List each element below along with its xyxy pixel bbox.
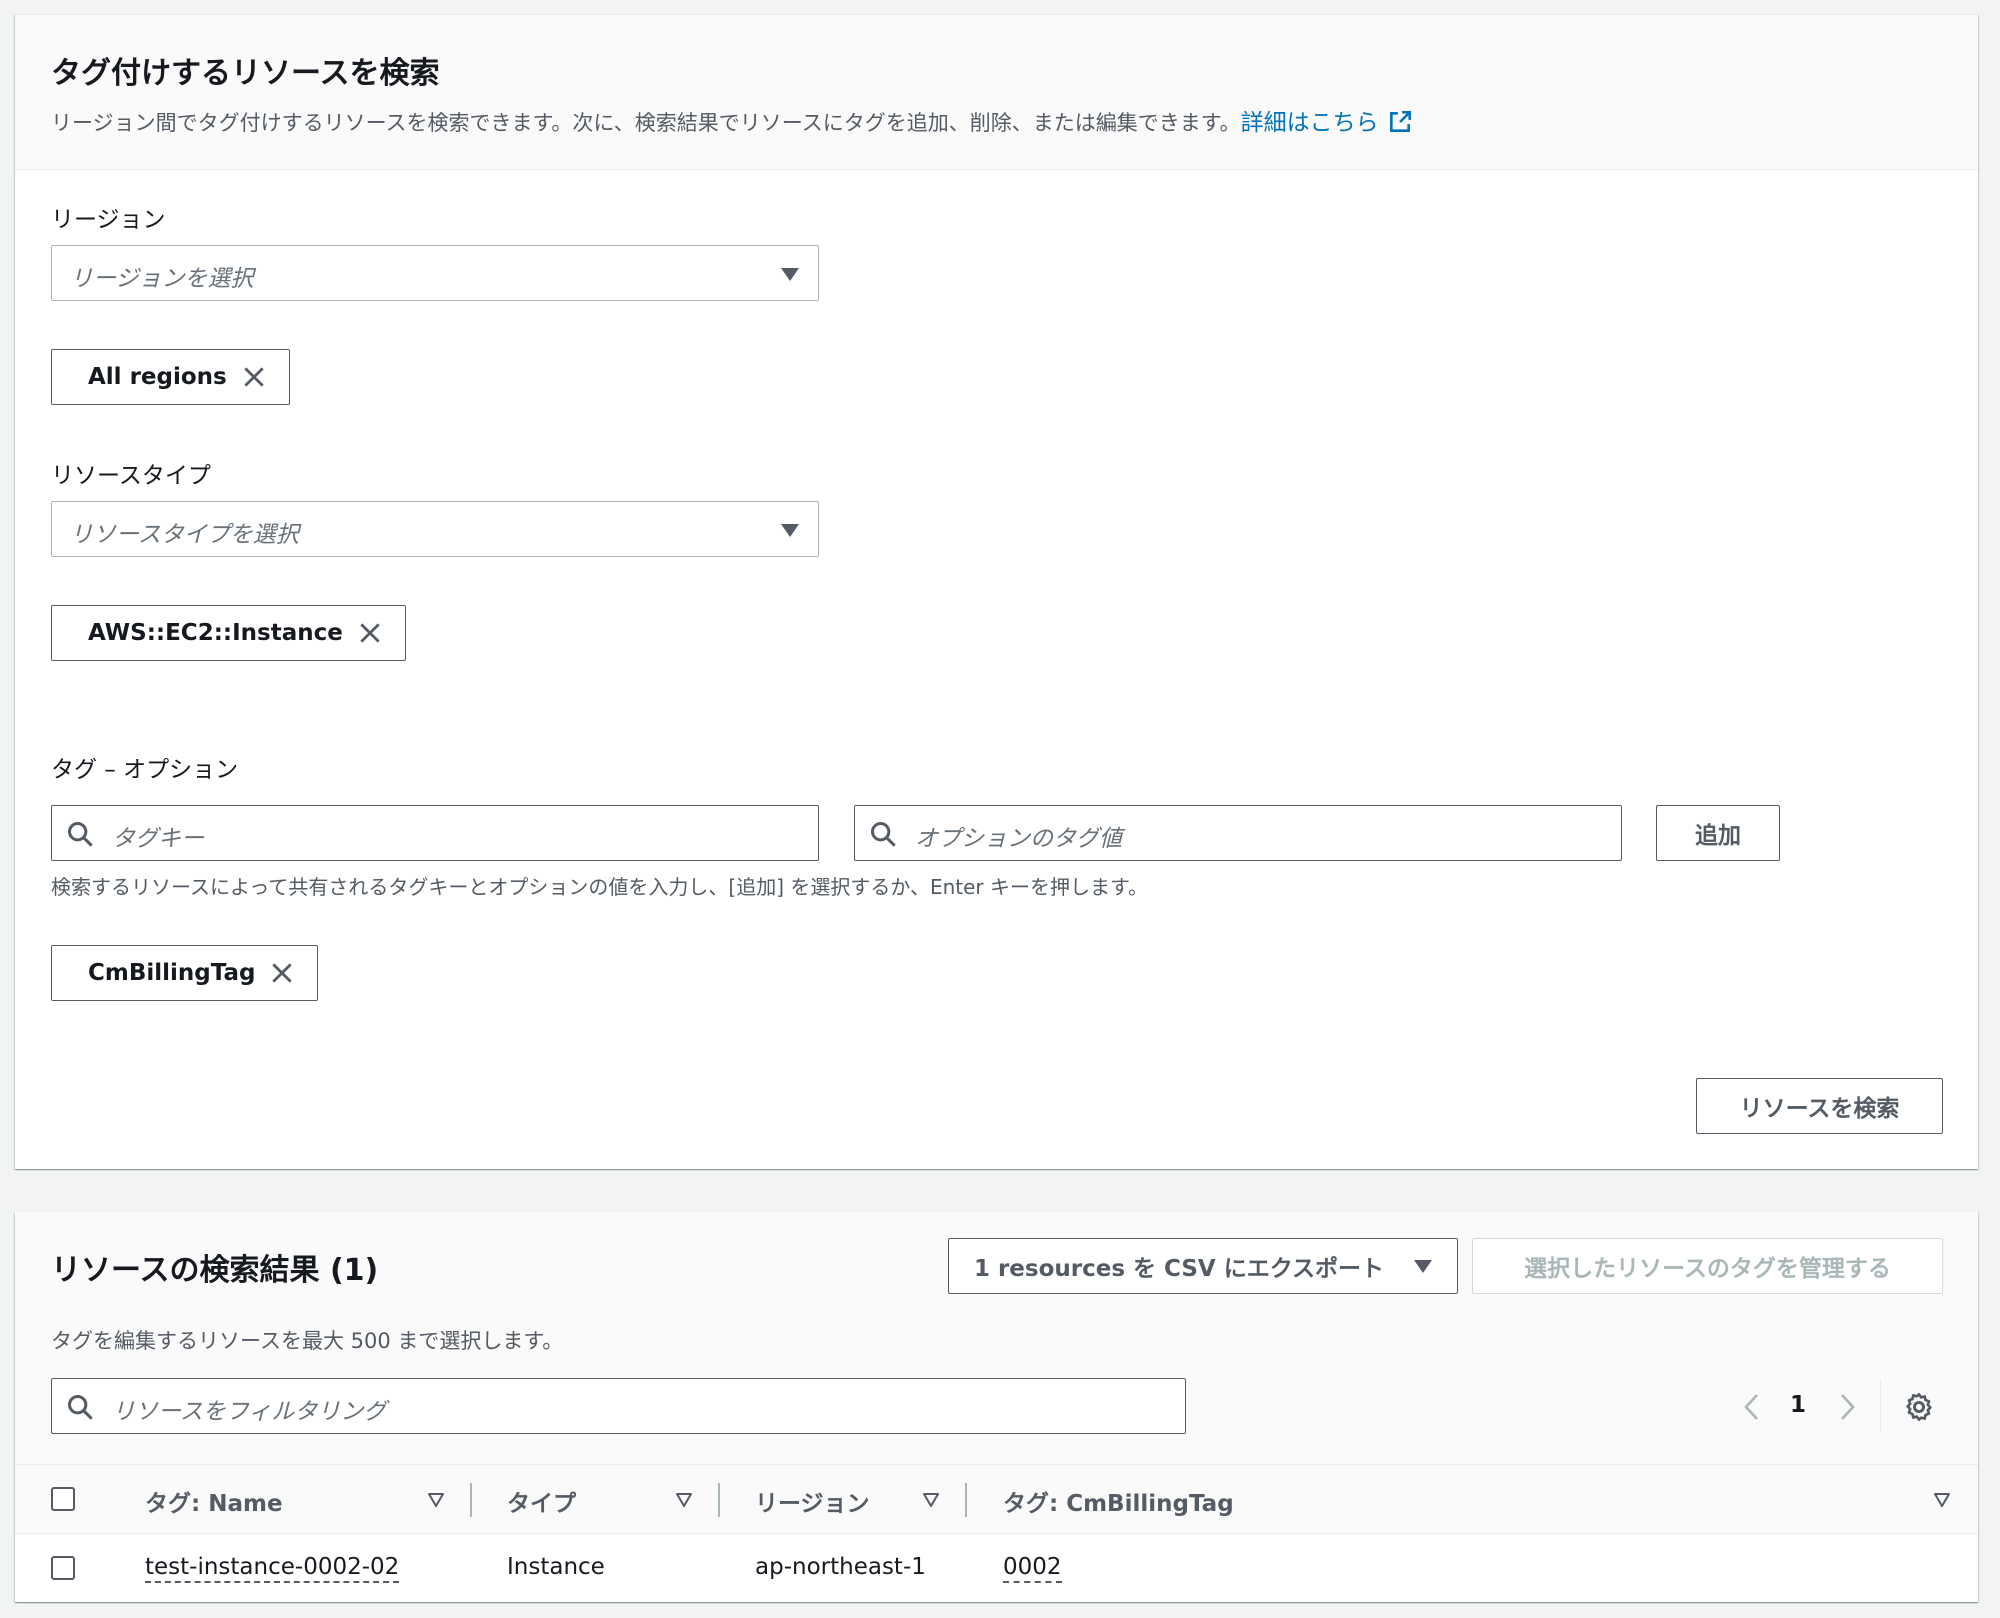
results-count: (1): [329, 1253, 379, 1288]
search-panel-description: リージョン間でタグ付けするリソースを検索できます。次に、検索結果でリソースにタグ…: [51, 103, 1413, 137]
export-csv-label: 1 resources を CSV にエクスポート: [973, 1256, 1385, 1282]
resource-type-select[interactable]: リソースタイプを選択: [51, 501, 819, 557]
chevron-left-icon[interactable]: [1740, 1392, 1764, 1422]
tag-value-placeholder: オプションのタグ値: [915, 826, 1122, 852]
chevron-down-icon: [781, 524, 799, 537]
sort-icon[interactable]: [1933, 1492, 1951, 1508]
tag-key-placeholder: タグキー: [112, 826, 204, 852]
learn-more-label: 詳細はこちら: [1240, 110, 1379, 136]
row-region: ap-northeast-1: [755, 1554, 926, 1580]
tag-key-input[interactable]: タグキー: [51, 805, 819, 861]
filter-placeholder: リソースをフィルタリング: [112, 1399, 387, 1425]
resource-type-token-label: AWS::EC2::Instance: [88, 620, 343, 646]
results-description: タグを編集するリソースを最大 500 まで選択します。: [51, 1329, 564, 1353]
row-cmbillingtag-text: 0002: [1003, 1554, 1062, 1583]
region-token-label: All regions: [88, 364, 227, 390]
region-label: リージョン: [51, 207, 166, 233]
chevron-right-icon[interactable]: [1835, 1392, 1859, 1422]
page-title: タグ付けするリソースを検索: [51, 56, 440, 91]
column-header-type[interactable]: タイプ: [507, 1484, 576, 1518]
column-header-region[interactable]: リージョン: [755, 1484, 870, 1518]
close-icon[interactable]: [357, 620, 383, 646]
resource-type-label: リソースタイプ: [51, 463, 211, 489]
results-title-text: リソースの検索結果: [51, 1253, 320, 1288]
pagination-divider: [1880, 1380, 1881, 1432]
chevron-down-icon: [1414, 1259, 1433, 1273]
search-icon: [870, 821, 896, 847]
row-name-text: test-instance-0002-02: [145, 1554, 400, 1583]
row-type: Instance: [507, 1554, 605, 1580]
gear-icon[interactable]: [1903, 1391, 1935, 1423]
resource-type-token: AWS::EC2::Instance: [51, 605, 406, 661]
search-icon: [67, 821, 93, 847]
region-select-placeholder: リージョンを選択: [70, 266, 254, 292]
close-icon[interactable]: [241, 364, 267, 390]
current-page[interactable]: 1: [1790, 1392, 1806, 1418]
resource-type-select-placeholder: リソースタイプを選択: [70, 522, 299, 548]
column-resizer[interactable]: [470, 1483, 472, 1517]
results-title: リソースの検索結果 (1): [51, 1245, 378, 1289]
filter-resources-input[interactable]: リソースをフィルタリング: [51, 1378, 1186, 1434]
external-link-icon: [1389, 110, 1411, 132]
search-icon: [67, 1394, 93, 1420]
tag-token-label: CmBillingTag: [88, 960, 256, 986]
sort-icon[interactable]: [427, 1492, 445, 1508]
export-csv-button[interactable]: 1 resources を CSV にエクスポート: [948, 1238, 1458, 1294]
add-tag-button[interactable]: 追加: [1656, 805, 1780, 861]
table-header: タグ: Name タイプ リージョン タグ: CmBillingTag: [15, 1464, 1978, 1534]
row-cmbillingtag[interactable]: 0002: [1003, 1554, 1062, 1583]
select-all-checkbox[interactable]: [51, 1487, 75, 1511]
region-select[interactable]: リージョンを選択: [51, 245, 819, 301]
manage-tags-button[interactable]: 選択したリソースのタグを管理する: [1472, 1238, 1943, 1294]
row-name[interactable]: test-instance-0002-02: [145, 1554, 400, 1583]
column-header-name[interactable]: タグ: Name: [145, 1484, 283, 1518]
tag-value-input[interactable]: オプションのタグ値: [854, 805, 1622, 861]
column-resizer[interactable]: [965, 1483, 967, 1517]
tag-token: CmBillingTag: [51, 945, 319, 1001]
chevron-down-icon: [781, 268, 799, 281]
sort-icon[interactable]: [922, 1492, 940, 1508]
table-row: test-instance-0002-02 Instance ap-northe…: [15, 1534, 1978, 1602]
learn-more-link[interactable]: 詳細はこちら: [1241, 110, 1413, 136]
search-resources-button[interactable]: リソースを検索: [1696, 1078, 1943, 1134]
description-text: リージョン間でタグ付けするリソースを検索できます。次に、検索結果でリソースにタグ…: [51, 111, 1241, 135]
close-icon[interactable]: [269, 960, 295, 986]
region-token: All regions: [51, 349, 290, 405]
column-header-cmbillingtag[interactable]: タグ: CmBillingTag: [1003, 1484, 1234, 1518]
tags-label: タグ – オプション: [51, 757, 239, 783]
tags-hint: 検索するリソースによって共有されるタグキーとオプションの値を入力し、[追加] を…: [51, 875, 1149, 899]
row-checkbox[interactable]: [51, 1556, 75, 1580]
search-panel-header: タグ付けするリソースを検索 リージョン間でタグ付けするリソースを検索できます。次…: [15, 15, 1978, 170]
sort-icon[interactable]: [675, 1492, 693, 1508]
column-resizer[interactable]: [718, 1483, 720, 1517]
search-resources-panel: タグ付けするリソースを検索 リージョン間でタグ付けするリソースを検索できます。次…: [15, 14, 1978, 1169]
